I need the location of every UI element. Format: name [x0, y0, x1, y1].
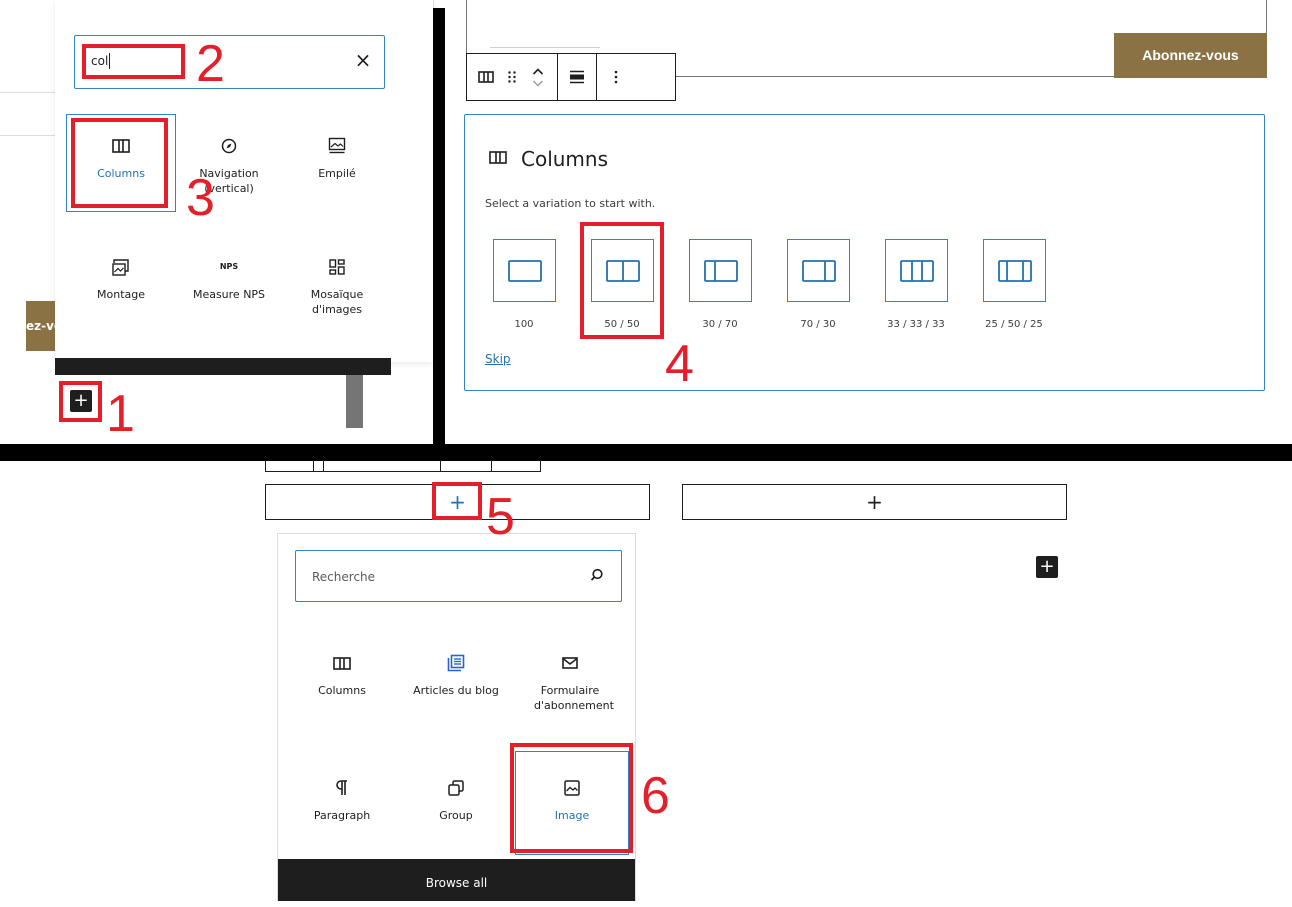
- block-item-stack[interactable]: Empilé: [283, 115, 391, 211]
- block-item-label: Paragraph: [313, 809, 371, 822]
- block-item-blog-posts[interactable]: Articles du blog: [402, 632, 510, 728]
- variation-label: 30 / 70: [702, 319, 738, 330]
- add-block-icon: +: [1039, 556, 1055, 577]
- variation-70-30-icon: [801, 259, 836, 282]
- annotation-box: [432, 482, 482, 520]
- move-buttons: [525, 62, 551, 92]
- block-item-label: Formulaire d'abonnement: [534, 684, 614, 712]
- toolbar-separator: [491, 460, 492, 471]
- variation-100-icon: [507, 259, 542, 282]
- background-divider: [0, 135, 55, 136]
- background-divider: [0, 92, 55, 93]
- annotation-number: 6: [641, 767, 670, 825]
- block-item-label: Montage: [97, 288, 145, 301]
- close-icon[interactable]: ×: [351, 48, 375, 72]
- post-list-icon: [402, 652, 510, 674]
- annotation-box: [82, 44, 185, 79]
- move-up-icon[interactable]: [532, 67, 544, 76]
- annotation-box: [510, 743, 633, 853]
- search-icon: [590, 568, 604, 582]
- annotation-box: [580, 222, 664, 339]
- compass-icon: [175, 135, 283, 157]
- subscribe-button-partial[interactable]: ez-vo: [26, 301, 57, 351]
- block-item-montage[interactable]: Montage: [67, 236, 175, 332]
- annotation-number: 4: [665, 335, 694, 393]
- scrollbar[interactable]: [346, 375, 363, 428]
- mosaic-icon: [283, 256, 391, 278]
- drag-handle-icon[interactable]: [499, 62, 525, 92]
- subscribe-button-partial-label: ez-vo: [26, 319, 57, 333]
- block-item-label: Articles du blog: [413, 684, 499, 697]
- nps-icon: NPS: [175, 256, 283, 278]
- toolbar-group: [558, 54, 597, 100]
- variation-label: 100: [514, 319, 534, 330]
- annotation-number: 5: [486, 488, 515, 546]
- block-item-paragraph[interactable]: Paragraph: [288, 757, 396, 853]
- columns-icon: [288, 652, 396, 674]
- variation-30-70-icon: [703, 259, 738, 282]
- columns-icon[interactable]: [473, 62, 499, 92]
- paragraph-icon: [288, 777, 396, 799]
- toolbar-group: [467, 54, 558, 100]
- variation-33-33-33-icon: [899, 259, 934, 282]
- variation-70-30[interactable]: [787, 239, 850, 302]
- variation-label: 25 / 50 / 25: [985, 319, 1043, 330]
- annotation-number: 2: [196, 35, 225, 93]
- subscribe-button[interactable]: Abonnez-vous: [1114, 33, 1267, 78]
- variation-30-70[interactable]: [689, 239, 752, 302]
- browse-all-button[interactable]: Browse all: [278, 859, 635, 901]
- placeholder-instructions: Select a variation to start with.: [485, 197, 656, 210]
- stack-icon: [283, 135, 391, 157]
- subscribe-label: Abonnez-vous: [1142, 47, 1239, 63]
- toolbar-separator: [313, 460, 314, 471]
- column-appender-right[interactable]: +: [682, 484, 1067, 520]
- browse-all-label: Browse all: [425, 876, 488, 890]
- toolbar-remnant: [265, 460, 541, 472]
- gallery-icon: [67, 256, 175, 278]
- block-item-image-mosaic[interactable]: Mosaïque d'images: [283, 236, 391, 332]
- skip-link[interactable]: Skip: [485, 352, 511, 366]
- annotation-box: [71, 118, 168, 208]
- more-options-icon[interactable]: [603, 62, 629, 92]
- panel-divider: [433, 8, 445, 445]
- toolbar-separator: [440, 460, 441, 471]
- panel-divider: [0, 444, 1292, 461]
- block-item-columns[interactable]: Columns: [288, 632, 396, 728]
- background-line: [490, 47, 600, 48]
- move-down-icon[interactable]: [532, 79, 544, 88]
- search-input[interactable]: [310, 566, 574, 588]
- block-search-field[interactable]: [295, 550, 622, 602]
- align-icon[interactable]: [564, 62, 590, 92]
- variation-25-50-25-icon: [997, 259, 1032, 282]
- envelope-icon: [516, 652, 624, 674]
- block-item-label: Empilé: [318, 167, 356, 180]
- annotation-number: 3: [186, 169, 215, 227]
- block-item-label: Measure NPS: [192, 288, 266, 301]
- variation-25-50-25[interactable]: [983, 239, 1046, 302]
- add-icon: +: [866, 490, 883, 514]
- placeholder-title: Columns: [521, 147, 609, 171]
- block-toolbar: [466, 53, 676, 101]
- toolbar-group: [597, 54, 635, 100]
- block-item-label: Group: [439, 809, 473, 822]
- variation-label: 33 / 33 / 33: [887, 319, 945, 330]
- group-icon: [402, 777, 510, 799]
- nps-icon-text: NPS: [219, 261, 239, 271]
- variation-100[interactable]: [493, 239, 556, 302]
- add-block-button[interactable]: +: [1036, 556, 1058, 578]
- block-item-measure-nps[interactable]: NPS Measure NPS: [175, 236, 283, 332]
- toolbar-separator: [323, 460, 324, 471]
- block-item-group[interactable]: Group: [402, 757, 510, 853]
- block-item-subscribe-form[interactable]: Formulaire d'abonnement: [516, 632, 624, 728]
- block-item-label: Columns: [318, 684, 366, 697]
- annotation-number: 1: [106, 385, 135, 443]
- columns-icon: [489, 151, 507, 164]
- variation-label: 70 / 30: [800, 319, 836, 330]
- annotation-box: [59, 381, 102, 422]
- variation-33-33-33[interactable]: [885, 239, 948, 302]
- block-item-label: Mosaïque d'images: [310, 288, 364, 316]
- inserter-footer: [55, 358, 391, 375]
